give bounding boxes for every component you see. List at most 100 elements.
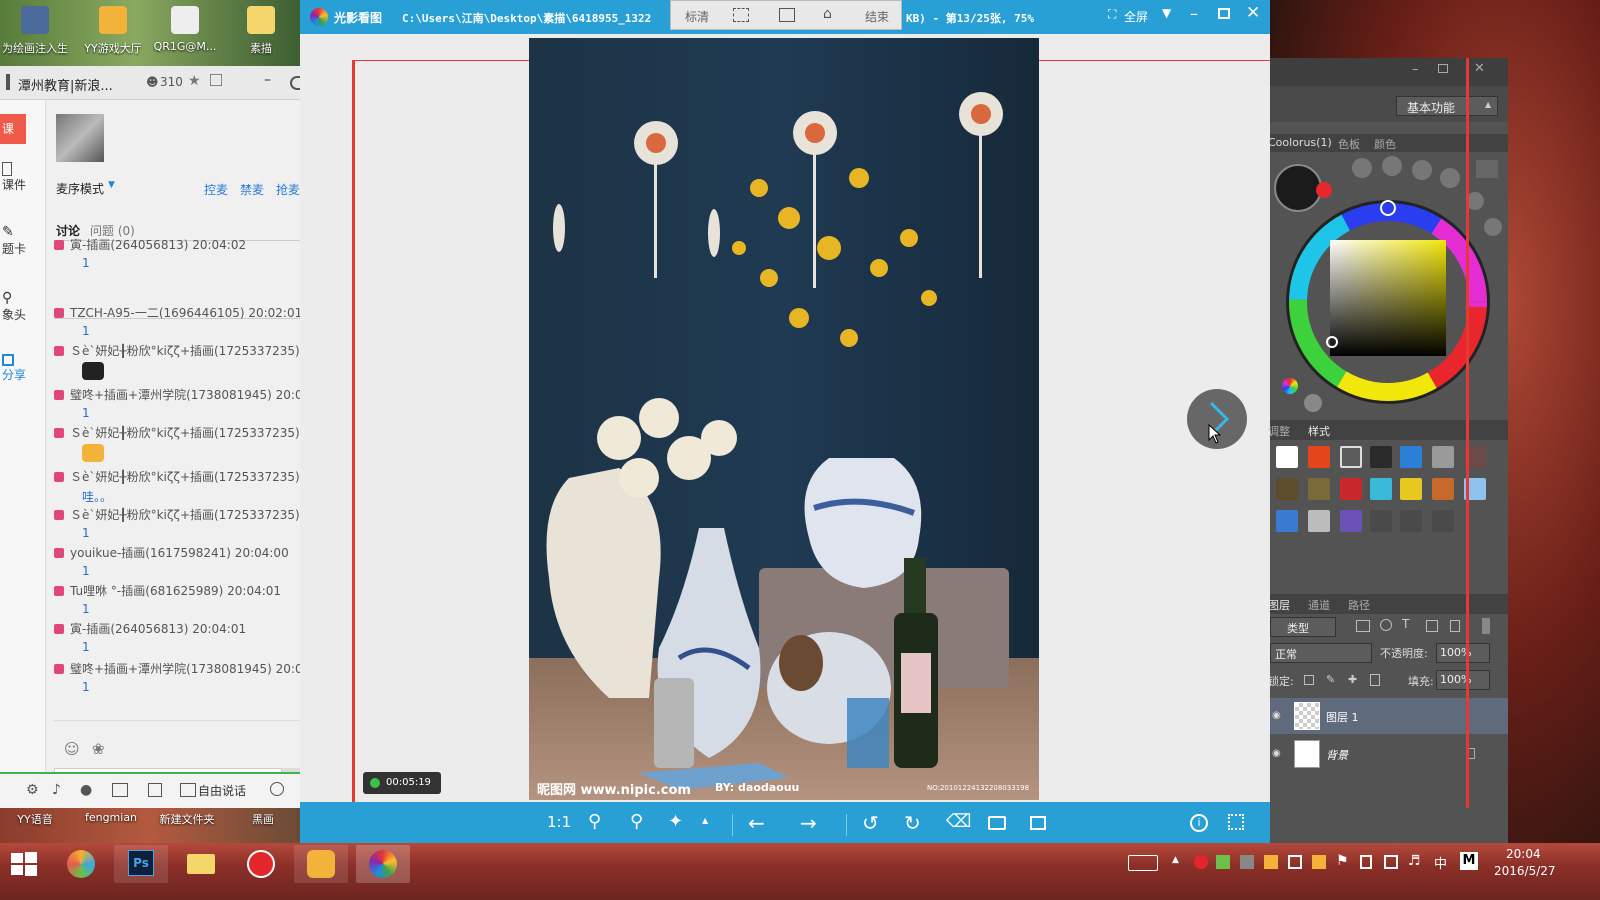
brush-preset-icon[interactable] <box>1412 160 1432 180</box>
tab-styles[interactable]: 样式 <box>1308 423 1330 439</box>
chat-message-user[interactable]: youikue-插画(1617598241) 20:04:00 <box>70 546 289 560</box>
keyboard-icon[interactable] <box>1128 855 1158 871</box>
free-talk-label[interactable]: 自由说话 <box>198 782 246 799</box>
style-swatch[interactable] <box>1432 478 1454 500</box>
input-method[interactable]: 中 <box>1434 853 1447 872</box>
grab-mic-link[interactable]: 抢麦 <box>276 181 300 198</box>
fill-field[interactable]: 100% <box>1436 670 1490 690</box>
desktop-icon-inject[interactable]: 为绘画注入生 <box>0 6 70 56</box>
drag-handle-icon[interactable] <box>6 74 10 90</box>
style-swatch[interactable] <box>1370 510 1392 532</box>
adjust-filter-icon[interactable] <box>1380 619 1392 631</box>
region-icon[interactable] <box>733 8 749 22</box>
info-icon[interactable]: i <box>1190 814 1208 832</box>
still-life-photo[interactable]: 昵图网 www.nipic.com BY: daodaouu NO:201012… <box>529 38 1039 800</box>
chat-message-user[interactable]: Tu哩咻 °-插画(681625989) 20:04:01 <box>70 584 281 598</box>
speaker-icon[interactable]: ♪ <box>52 782 61 798</box>
microphone-icon[interactable]: ● <box>80 782 92 798</box>
camera-button[interactable]: ⚲ 象头 <box>0 290 46 323</box>
clock-time[interactable]: 20:04 <box>1506 847 1541 861</box>
class-button[interactable]: 课 <box>0 114 26 144</box>
refresh-icon[interactable] <box>290 76 300 90</box>
chat-message-user[interactable]: 璧咚+插画+潭州学院(1738081945) 20:0 <box>70 388 300 402</box>
arrow-right-icon[interactable]: → <box>800 811 824 835</box>
chat-message-user[interactable]: TZCH-A95-一二(1696446105) 20:02:01 <box>70 306 300 320</box>
blend-mode-select[interactable]: 正常 <box>1270 643 1372 663</box>
gear-icon[interactable]: ⚙ <box>26 782 39 798</box>
grid-icon[interactable] <box>112 783 128 797</box>
tab-layers[interactable]: 图层 <box>1268 597 1290 613</box>
adjust-icon[interactable] <box>148 783 162 797</box>
close-icon[interactable]: ✕ <box>1474 61 1485 76</box>
grid-view-icon[interactable] <box>1228 814 1244 830</box>
end-button[interactable]: 结束 <box>865 8 889 25</box>
tray-app-icon[interactable] <box>1240 855 1254 869</box>
taskbar-app-explorer[interactable] <box>174 845 228 883</box>
taskbar-app-photoshop[interactable]: Ps <box>114 845 168 883</box>
tab-swatches[interactable]: 色板 <box>1338 136 1360 152</box>
mute-mic-link[interactable]: 禁麦 <box>240 181 264 198</box>
answer-card-button[interactable]: ✎ 题卡 <box>0 224 46 257</box>
trash-icon[interactable]: ⌫ <box>946 811 971 835</box>
layer-name[interactable]: 图层 1 <box>1326 709 1359 725</box>
zoom-fit-icon[interactable]: ⚲ <box>588 811 612 835</box>
teacher-avatar[interactable] <box>56 114 104 162</box>
zoom-in-icon[interactable]: ⚲ <box>630 811 654 835</box>
device-icon[interactable] <box>1360 855 1372 869</box>
window-icon[interactable] <box>779 8 795 22</box>
yy-tray-icon[interactable] <box>1264 855 1278 869</box>
style-swatch[interactable] <box>1370 446 1392 468</box>
chat-message-user[interactable]: Ｓè`妍妃╂粉欣°kiζζ+插画(1725337235) <box>70 470 300 484</box>
lock-all-icon[interactable] <box>1370 674 1380 686</box>
style-swatch[interactable] <box>1308 478 1330 500</box>
brush-preset-icon[interactable] <box>1484 218 1502 236</box>
popout-icon[interactable] <box>210 74 222 86</box>
tray-app-icon[interactable] <box>1216 855 1230 869</box>
desktop-icon-sketch[interactable]: 素描 <box>226 6 296 56</box>
layer-kind-select[interactable]: 类型 <box>1270 617 1336 637</box>
fullscreen-icon[interactable]: ⛶ <box>1108 7 1116 22</box>
chat-message-user[interactable]: 寅-插画(264056813) 20:04:02 <box>70 238 246 252</box>
tray-app-icon[interactable] <box>1312 855 1326 869</box>
chat-message-user[interactable]: 寅-插画(264056813) 20:04:01 <box>70 622 246 636</box>
chat-message-user[interactable]: Ｓè`妍妃╂粉欣°kiζζ+插画(1725337235) <box>70 508 300 522</box>
style-swatch[interactable] <box>1432 446 1454 468</box>
style-swatch[interactable] <box>1340 478 1362 500</box>
chat-message-user[interactable]: Ｓè`妍妃╂粉欣°kiζζ+插画(1725337235) <box>70 344 300 358</box>
maximize-icon[interactable] <box>1218 8 1230 19</box>
style-swatch[interactable] <box>1400 446 1422 468</box>
style-swatch[interactable] <box>1370 478 1392 500</box>
color-wheel[interactable] <box>1278 192 1498 412</box>
style-swatch[interactable] <box>1400 510 1422 532</box>
record-icon[interactable] <box>270 782 284 796</box>
opacity-field[interactable]: 100% <box>1436 643 1490 663</box>
home-icon[interactable]: ⌂ <box>823 6 832 22</box>
style-swatch[interactable] <box>1276 446 1298 468</box>
smart-filter-icon[interactable] <box>1450 620 1460 632</box>
tab-color[interactable]: 颜色 <box>1374 136 1396 152</box>
layer-row-1[interactable]: ◉ 图层 1 <box>1270 698 1508 734</box>
print-icon[interactable] <box>1030 816 1046 830</box>
brush-preset-icon[interactable] <box>1352 158 1372 178</box>
caret-up-icon[interactable]: ▲ <box>702 816 712 826</box>
desktop-icon-label[interactable]: fengmian <box>76 811 146 824</box>
start-button[interactable] <box>10 851 38 877</box>
tab-adjustments[interactable]: 调整 <box>1268 423 1290 439</box>
desktop-icon-label[interactable]: 新建文件夹 <box>152 811 222 827</box>
arrow-left-icon[interactable]: ← <box>748 811 772 835</box>
volume-icon[interactable]: ♬ <box>1408 853 1421 869</box>
layer-name[interactable]: 背景 <box>1326 747 1348 763</box>
desktop-icon-label[interactable]: YY语音 <box>0 811 70 827</box>
eye-icon[interactable]: ◉ <box>1272 748 1281 759</box>
style-swatch[interactable] <box>1308 446 1330 468</box>
sd-button[interactable]: 标清 <box>685 8 709 25</box>
courseware-button[interactable]: 课件 <box>0 162 46 193</box>
style-swatch[interactable] <box>1400 478 1422 500</box>
style-swatch[interactable] <box>1276 510 1298 532</box>
image-filter-icon[interactable] <box>1356 620 1370 632</box>
tab-paths[interactable]: 路径 <box>1348 597 1370 613</box>
filter-toggle[interactable] <box>1482 618 1490 634</box>
ime-mode-indicator[interactable]: M <box>1460 852 1478 870</box>
style-swatch[interactable] <box>1340 510 1362 532</box>
layer-row-background[interactable]: ◉ 背景 <box>1270 736 1508 772</box>
